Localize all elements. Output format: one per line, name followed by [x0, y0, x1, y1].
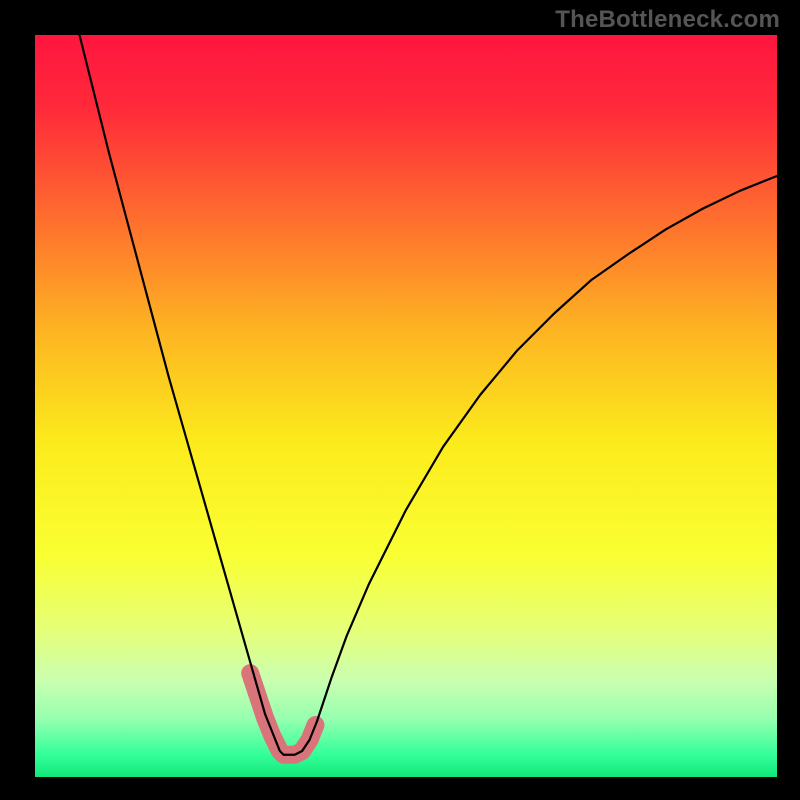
chart-frame: TheBottleneck.com [0, 0, 800, 800]
watermark-label: TheBottleneck.com [555, 6, 780, 34]
gradient-background [35, 35, 777, 777]
bottleneck-chart [0, 0, 800, 800]
